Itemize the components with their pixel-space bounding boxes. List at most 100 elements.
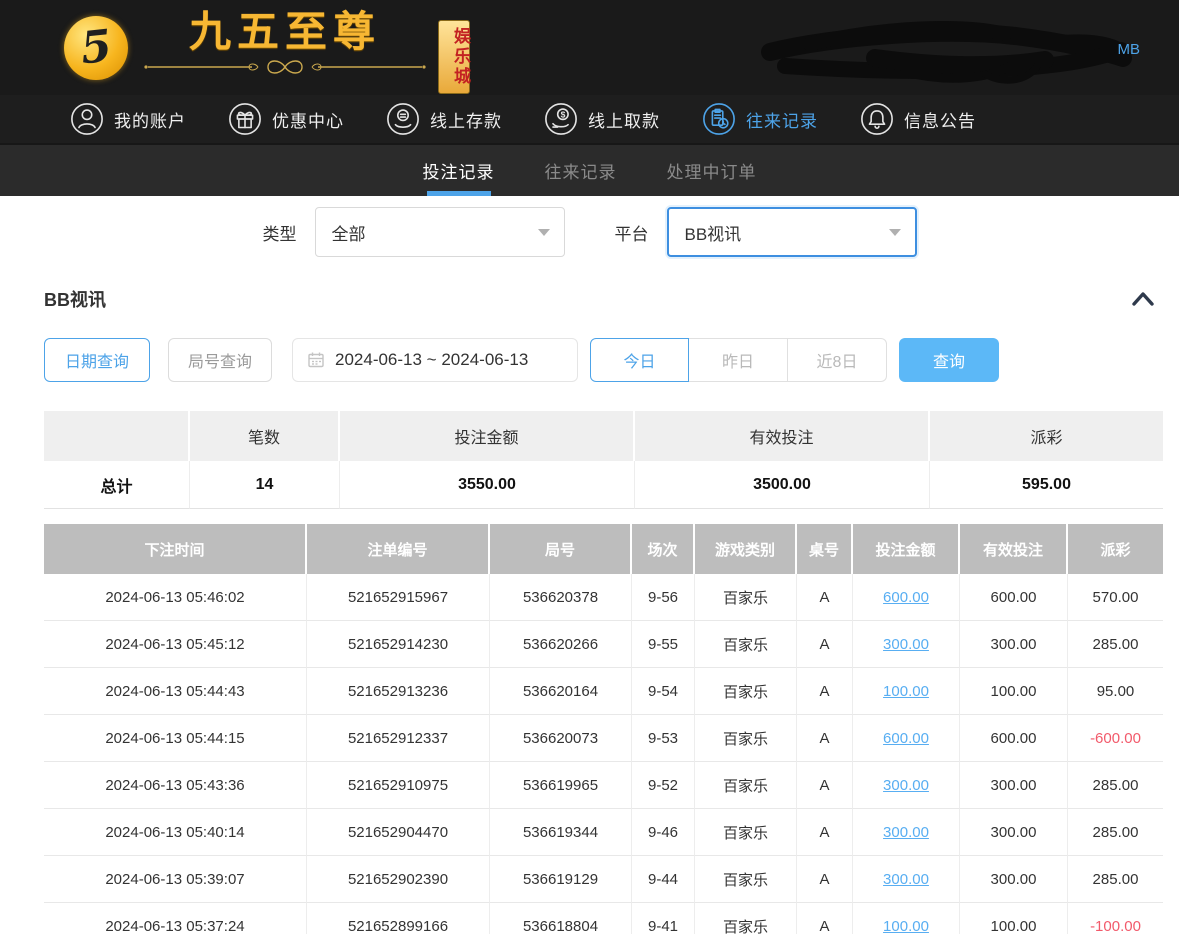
bet-amount-link[interactable]: 300.00 — [883, 871, 929, 888]
round-id-cell: 536620266 — [490, 621, 632, 668]
quick-date-group: 今日 昨日 近8日 — [590, 338, 887, 382]
nav-item-announcements[interactable]: 信息公告 — [860, 102, 976, 136]
session-cell: 9-55 — [632, 621, 695, 668]
type-select[interactable]: 全部 — [315, 207, 565, 257]
collapse-section-button[interactable] — [1131, 290, 1155, 308]
nav-label: 线上存款 — [430, 107, 502, 132]
last-8-days-button[interactable]: 近8日 — [788, 338, 887, 382]
round-query-button[interactable]: 局号查询 — [168, 338, 272, 382]
game-type-cell: 百家乐 — [695, 668, 797, 715]
type-filter-label: 类型 — [263, 220, 297, 245]
game-type-cell: 百家乐 — [695, 856, 797, 903]
table-row: 2024-06-13 05:46:02 521652915967 5366203… — [44, 574, 1163, 621]
game-type-cell: 百家乐 — [695, 903, 797, 934]
filter-row: 类型 全部 平台 BB视讯 — [0, 207, 1179, 257]
type-select-value: 全部 — [332, 220, 366, 245]
round-id-cell: 536619344 — [490, 809, 632, 856]
table-row: 2024-06-13 05:37:24 521652899166 5366188… — [44, 903, 1163, 934]
redaction-scribble — [755, 14, 1135, 86]
session-cell: 9-53 — [632, 715, 695, 762]
summary-header-row: 笔数 投注金额 有效投注 派彩 — [44, 411, 1163, 461]
nav-item-withdraw[interactable]: $ 线上取款 — [544, 102, 660, 136]
bet-amount-link[interactable]: 300.00 — [883, 777, 929, 794]
col-header-valid-bet: 有效投注 — [960, 524, 1068, 574]
platform-filter-label: 平台 — [615, 220, 649, 245]
user-icon — [70, 102, 104, 136]
bet-table-body: 2024-06-13 05:46:02 521652915967 5366203… — [44, 574, 1163, 934]
query-toolbar: 日期查询 局号查询 2024-06-13 ~ 2024-06-13 今日 昨日 … — [44, 338, 1163, 382]
round-id-cell: 536620378 — [490, 574, 632, 621]
chevron-up-icon — [1131, 290, 1155, 308]
round-id-cell: 536619965 — [490, 762, 632, 809]
game-type-cell: 百家乐 — [695, 762, 797, 809]
chevron-down-icon — [538, 229, 550, 236]
table-no-cell: A — [797, 715, 853, 762]
site-header: 5 九五至尊 娱乐城 MB — [0, 0, 1179, 95]
table-row: 2024-06-13 05:43:36 521652910975 5366199… — [44, 762, 1163, 809]
date-range-input[interactable]: 2024-06-13 ~ 2024-06-13 — [292, 338, 578, 382]
bet-time-cell: 2024-06-13 05:45:12 — [44, 621, 307, 668]
tab-pending-orders[interactable]: 处理中订单 — [665, 145, 759, 196]
valid-bet-cell: 100.00 — [960, 668, 1068, 715]
platform-select-value: BB视讯 — [685, 220, 742, 245]
bet-table-header-row: 下注时间 注单编号 局号 场次 游戏类别 桌号 投注金额 有效投注 派彩 — [44, 524, 1163, 574]
nav-item-my-account[interactable]: 我的账户 — [70, 102, 186, 136]
nav-item-deposit[interactable]: 线上存款 — [386, 102, 502, 136]
bet-amount-link[interactable]: 100.00 — [883, 918, 929, 934]
table-row: 2024-06-13 05:39:07 521652902390 5366191… — [44, 856, 1163, 903]
table-no-cell: A — [797, 856, 853, 903]
bet-amount-link[interactable]: 300.00 — [883, 824, 929, 841]
nav-item-transaction-records[interactable]: 往来记录 — [702, 102, 818, 136]
withdraw-icon: $ — [544, 102, 578, 136]
table-no-cell: A — [797, 668, 853, 715]
table-no-cell: A — [797, 903, 853, 934]
nav-item-promotions[interactable]: 优惠中心 — [228, 102, 344, 136]
nav-label: 我的账户 — [114, 107, 186, 132]
date-query-button[interactable]: 日期查询 — [44, 338, 150, 382]
valid-bet-cell: 600.00 — [960, 715, 1068, 762]
bet-amount-link[interactable]: 600.00 — [883, 730, 929, 747]
bet-amount-cell: 600.00 — [853, 715, 960, 762]
session-cell: 9-56 — [632, 574, 695, 621]
round-id-cell: 536620164 — [490, 668, 632, 715]
calendar-icon — [307, 351, 325, 369]
bet-amount-cell: 600.00 — [853, 574, 960, 621]
payout-cell: 95.00 — [1068, 668, 1163, 715]
session-cell: 9-52 — [632, 762, 695, 809]
summary-header-count: 笔数 — [190, 411, 340, 461]
tab-bet-records[interactable]: 投注记录 — [421, 145, 497, 196]
search-button[interactable]: 查询 — [899, 338, 999, 382]
platform-select[interactable]: BB视讯 — [667, 207, 917, 257]
today-button[interactable]: 今日 — [590, 338, 689, 382]
nav-label: 信息公告 — [904, 107, 976, 132]
deposit-icon — [386, 102, 420, 136]
site-logo[interactable]: 5 九五至尊 娱乐城 — [64, 8, 470, 94]
valid-bet-cell: 300.00 — [960, 809, 1068, 856]
bet-id-cell: 521652899166 — [307, 903, 490, 934]
bet-time-cell: 2024-06-13 05:43:36 — [44, 762, 307, 809]
tab-transaction-records[interactable]: 往来记录 — [543, 145, 619, 196]
summary-header-payout: 派彩 — [930, 411, 1163, 461]
summary-header-valid-bet: 有效投注 — [635, 411, 930, 461]
payout-cell: 570.00 — [1068, 574, 1163, 621]
yesterday-button[interactable]: 昨日 — [689, 338, 788, 382]
nav-label: 往来记录 — [746, 107, 818, 132]
col-header-table-no: 桌号 — [797, 524, 853, 574]
bet-amount-link[interactable]: 600.00 — [883, 589, 929, 606]
table-no-cell: A — [797, 809, 853, 856]
bet-amount-link[interactable]: 100.00 — [883, 683, 929, 700]
valid-bet-cell: 300.00 — [960, 762, 1068, 809]
summary-header-bet-amount: 投注金额 — [340, 411, 635, 461]
round-id-cell: 536619129 — [490, 856, 632, 903]
chevron-down-icon — [889, 229, 901, 236]
valid-bet-cell: 600.00 — [960, 574, 1068, 621]
summary-valid-bet-value: 3500.00 — [635, 461, 930, 509]
section-title: BB视讯 — [44, 286, 106, 312]
bet-amount-cell: 100.00 — [853, 668, 960, 715]
bet-amount-link[interactable]: 300.00 — [883, 636, 929, 653]
bet-time-cell: 2024-06-13 05:44:43 — [44, 668, 307, 715]
col-header-payout: 派彩 — [1068, 524, 1163, 574]
bet-amount-cell: 300.00 — [853, 621, 960, 668]
bet-amount-cell: 300.00 — [853, 762, 960, 809]
bet-id-cell: 521652914230 — [307, 621, 490, 668]
